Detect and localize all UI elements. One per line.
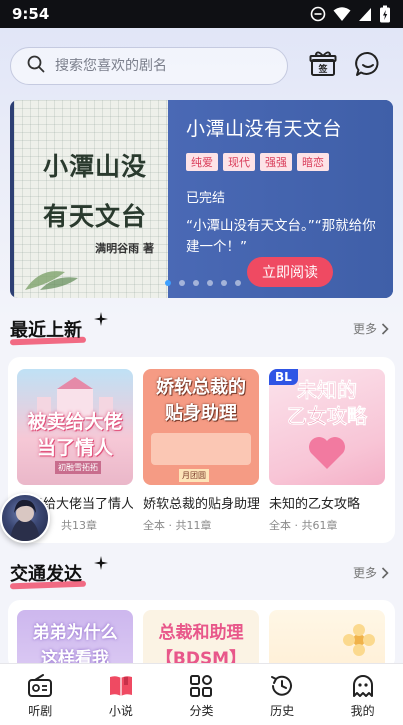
signal-icon [358,6,372,22]
battery-icon [379,5,391,23]
desk-illustration [151,433,251,465]
book-title: 娇软总裁的贴身助理 [143,497,259,512]
nav-label: 我的 [350,704,375,718]
nav-label: 历史 [270,704,295,718]
book-meta: 全本 · 共61章 [269,519,338,532]
history-icon [271,675,292,696]
carousel-indicator [165,280,241,286]
messages-button[interactable] [354,50,384,80]
sparkle-icon [94,556,108,570]
banner-cover-image: 小潭山没 有天文台 满明谷雨 著 [10,100,168,298]
read-now-button[interactable]: 立即阅读 [247,257,333,287]
banner-description: “小潭山没有天文台。”“那就给你建一个！” [186,218,376,255]
radio-icon [28,674,53,697]
book-cover: 被卖给大佬 当了情人 初融雪拓拓 [17,369,133,485]
status-time: 9:54 [12,5,50,23]
section-recent-header: 最近上新 更多 [9,312,393,346]
search-bar[interactable] [10,47,288,85]
dnd-icon [310,6,326,22]
bottom-nav: 听剧 小说 分类 历史 我的 [0,663,403,725]
nav-tab-profile[interactable]: 我的 [333,674,393,719]
search-icon [27,55,45,77]
section-title: 最近上新 [10,320,82,341]
status-icons [310,5,391,23]
more-link[interactable]: 更多 [353,564,389,581]
book-card[interactable]: 娇软总裁的 贴身助理 月团圆 娇软总裁的贴身助理 全本 · 共11章 [143,369,259,533]
nav-label: 小说 [108,704,133,718]
nav-tab-category[interactable]: 分类 [171,674,231,719]
book-card[interactable]: 未知的 乙女攻略 BL 未知的乙女攻略 全本 · 共61章 [269,369,385,533]
banner-tags: 纯爱 现代 强强 暗恋 [186,153,393,171]
carousel-dot[interactable] [193,280,199,286]
bl-badge: BL [269,369,298,385]
book-cover: 未知的 乙女攻略 BL [269,369,385,485]
more-label: 更多 [352,322,377,336]
featured-banner[interactable]: 小潭山没 有天文台 满明谷雨 著 小潭山没有天文台 纯爱 现代 强强 暗恋 已完… [10,100,393,298]
sparkle-icon [94,312,108,326]
traffic-books-panel: 弟弟为什么 这样看我 总裁和助理 【BDSM】 [8,600,395,725]
section-traffic-header: 交通发达 更多 [9,556,393,590]
character-portrait-icon [10,499,40,541]
book-cover: 娇软总裁的 贴身助理 月团圆 [143,369,259,485]
recent-books-panel: 被卖给大佬 当了情人 初融雪拓拓 被卖给大佬当了情人 共13章 娇软总裁的 贴身… [8,357,395,543]
book-title: 未知的乙女攻略 [269,497,361,512]
carousel-dot[interactable] [179,280,185,286]
cover-title-art: 被卖给大佬 当了情人 [27,411,123,459]
nav-tab-listen[interactable]: 听剧 [10,674,70,719]
banner-cover-title: 小潭山没 有天文台 [42,152,147,231]
ghost-icon [352,675,373,697]
leaf-decoration-icon [25,271,78,290]
flower-illustration-icon [343,624,375,656]
carousel-dot[interactable] [221,280,227,286]
floating-player-avatar[interactable] [0,493,50,543]
more-label: 更多 [352,566,377,580]
grid-icon [190,675,213,697]
nav-label: 分类 [189,704,214,718]
genre-tag: 纯爱 [186,153,218,171]
nav-tab-history[interactable]: 历史 [252,674,312,719]
wifi-icon [333,6,351,22]
cover-author-tag: 月团圆 [179,469,209,482]
banner-title: 小潭山没有天文台 [186,118,343,140]
gift-icon: 签 [309,51,337,82]
genre-tag: 现代 [223,153,255,171]
banner-cover-author: 满明谷雨 著 [95,242,154,255]
chat-bubble-icon [354,51,382,82]
cover-author-tag: 初融雪拓拓 [55,461,101,474]
book-meta: 全本 · 共11章 [143,519,212,532]
carousel-dot[interactable] [165,280,171,286]
chevron-right-icon [381,322,389,335]
genre-tag: 暗恋 [297,153,329,171]
status-bar: 9:54 [0,0,403,28]
search-input[interactable] [55,58,255,74]
section-title: 交通发达 [10,564,82,585]
carousel-dot[interactable] [235,280,241,286]
genre-tag: 强强 [260,153,292,171]
sign-in-gift-button[interactable]: 签 [309,50,339,80]
carousel-dot[interactable] [207,280,213,286]
banner-status: 已完结 [186,191,226,206]
chevron-right-icon [381,566,389,579]
svg-text:签: 签 [317,63,328,75]
heart-icon [309,437,345,469]
search-row: 签 [10,46,393,86]
cover-title-art: 娇软总裁的 贴身助理 [156,377,246,424]
book-icon [109,676,132,696]
nav-tab-novel[interactable]: 小说 [91,674,151,719]
more-link[interactable]: 更多 [353,320,389,337]
nav-label: 听剧 [28,704,53,718]
